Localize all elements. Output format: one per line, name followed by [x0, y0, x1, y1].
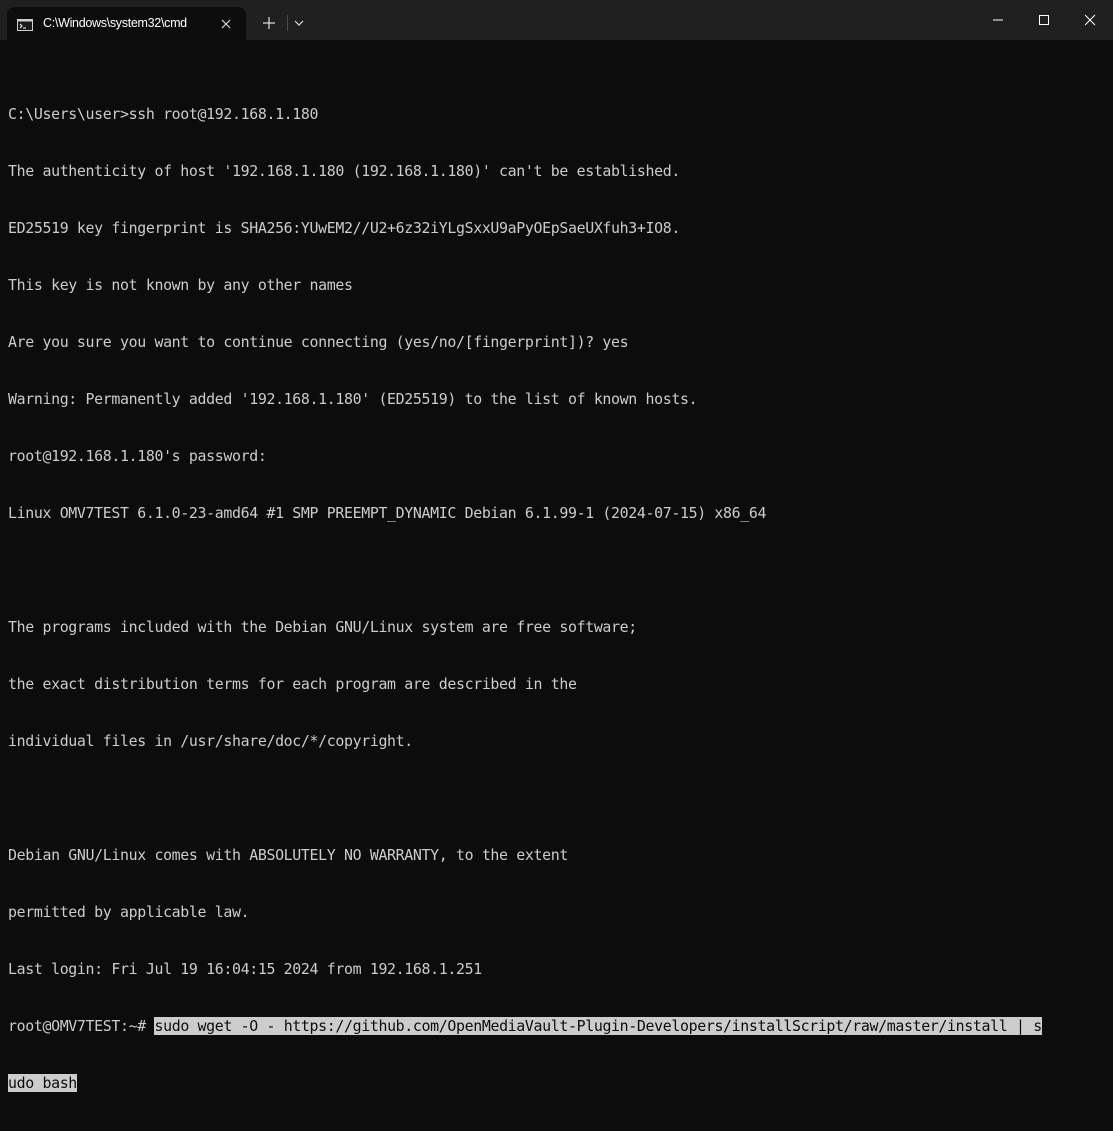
close-icon[interactable] [219, 17, 233, 31]
terminal-line: individual files in /usr/share/doc/*/cop… [8, 732, 413, 750]
close-window-button[interactable] [1067, 0, 1113, 40]
terminal-line: The authenticity of host '192.168.1.180 … [8, 162, 680, 180]
terminal-line: permitted by applicable law. [8, 903, 250, 921]
chevron-down-icon[interactable] [290, 12, 308, 34]
shell-prompt: root@OMV7TEST:~# [8, 1017, 155, 1035]
terminal-line: Debian GNU/Linux comes with ABSOLUTELY N… [8, 846, 568, 864]
terminal-text: C:\Users\user>ssh root@192.168.1.180 The… [8, 67, 1042, 1131]
new-tab-button[interactable] [258, 12, 280, 34]
terminal-line: The programs included with the Debian GN… [8, 618, 637, 636]
selected-command[interactable]: sudo wget -O - https://github.com/OpenMe… [154, 1017, 1042, 1035]
selected-command-continued[interactable]: udo bash [8, 1074, 77, 1092]
terminal-line: root@192.168.1.180's password: [8, 447, 267, 465]
terminal-line: Last login: Fri Jul 19 16:04:15 2024 fro… [8, 960, 482, 978]
maximize-icon [1039, 15, 1049, 25]
minimize-icon [993, 19, 1003, 21]
terminal-line: This key is not known by any other names [8, 276, 353, 294]
command-line-continued: udo bash [8, 1074, 1042, 1093]
command-line: root@OMV7TEST:~# sudo wget -O - https://… [8, 1017, 1042, 1036]
cmd-icon [17, 18, 33, 31]
tab-cmd[interactable]: C:\Windows\system32\cmd [7, 7, 246, 40]
terminal-line: ED25519 key fingerprint is SHA256:YUwEM2… [8, 219, 680, 237]
tab-title: C:\Windows\system32\cmd [43, 16, 187, 30]
title-bar: C:\Windows\system32\cmd [0, 0, 1113, 40]
maximize-button[interactable] [1021, 0, 1067, 40]
terminal-line: Are you sure you want to continue connec… [8, 333, 629, 351]
minimize-button[interactable] [975, 0, 1021, 40]
tab-separator [287, 15, 288, 31]
terminal-output[interactable]: C:\Users\user>ssh root@192.168.1.180 The… [0, 40, 1113, 1092]
terminal-line: Warning: Permanently added '192.168.1.18… [8, 390, 698, 408]
terminal-line: the exact distribution terms for each pr… [8, 675, 577, 693]
terminal-line: C:\Users\user>ssh root@192.168.1.180 [8, 105, 319, 123]
close-icon [1084, 14, 1096, 26]
terminal-line: Linux OMV7TEST 6.1.0-23-amd64 #1 SMP PRE… [8, 504, 767, 522]
